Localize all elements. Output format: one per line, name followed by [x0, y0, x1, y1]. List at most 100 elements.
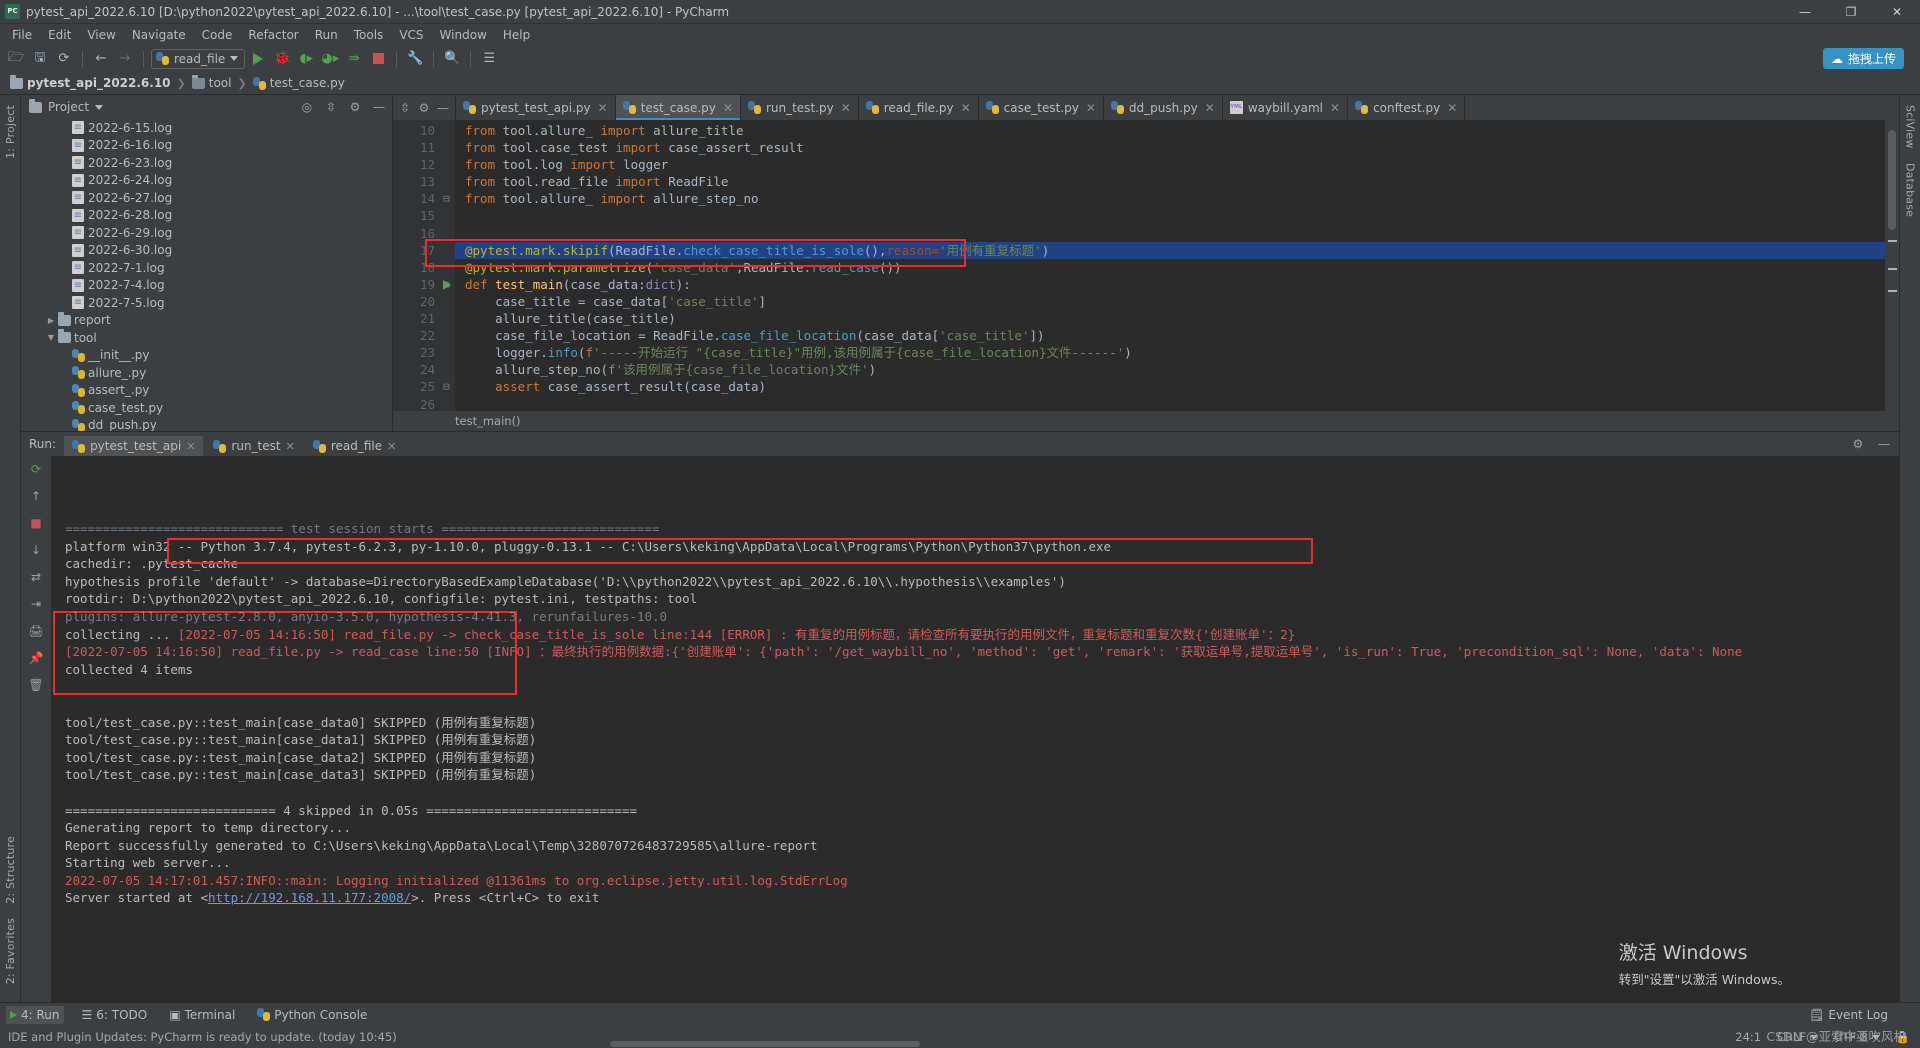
hide-panel-icon[interactable]: —: [370, 98, 388, 116]
menu-view[interactable]: View: [79, 26, 123, 44]
tree-item[interactable]: 2022-7-5.log: [21, 294, 392, 312]
save-icon[interactable]: 🖫: [29, 48, 51, 70]
tool-window-run[interactable]: 4: Run: [6, 1005, 64, 1024]
code-line[interactable]: @pytest.mark.parametrize('case_data',Rea…: [455, 259, 1885, 276]
run-line-icon[interactable]: [443, 279, 451, 290]
sidebar-item-database[interactable]: Database: [1902, 157, 1919, 223]
sidebar-item-project[interactable]: 1: Project: [2, 99, 19, 165]
run-tab-read-file[interactable]: read_file ✕: [305, 436, 405, 456]
fold-marker[interactable]: [441, 310, 455, 327]
breadcrumb-project[interactable]: pytest_api_2022.6.10: [10, 74, 171, 90]
sidebar-item-favorites[interactable]: 2: Favorites: [2, 912, 19, 990]
tree-item[interactable]: ▶ report: [21, 311, 392, 330]
code-line[interactable]: from tool.case_test import case_assert_r…: [455, 139, 1885, 156]
tree-item[interactable]: 2022-6-23.log: [21, 154, 392, 172]
fold-marker[interactable]: [441, 173, 455, 190]
code-line[interactable]: case_title = case_data['case_title']: [455, 293, 1885, 310]
tree-item[interactable]: 2022-7-1.log: [21, 259, 392, 277]
run-tab-pytest-test-api[interactable]: pytest_test_api ✕: [64, 436, 204, 456]
settings-wrench-icon[interactable]: 🔧: [404, 48, 426, 70]
code-line[interactable]: [455, 396, 1885, 412]
editor-tab-run_test-py[interactable]: run_test.py ✕: [740, 95, 859, 120]
hide-panel-icon[interactable]: —: [1875, 435, 1893, 453]
fold-marker[interactable]: [441, 242, 455, 259]
close-icon[interactable]: ✕: [961, 101, 971, 115]
code-line[interactable]: [455, 207, 1885, 224]
fold-marker[interactable]: [441, 156, 455, 173]
code-line[interactable]: from tool.allure_ import allure_step_no: [455, 190, 1885, 207]
code-text-area[interactable]: from tool.allure_ import allure_title fro…: [455, 120, 1885, 411]
editor-tab-case_test-py[interactable]: case_test.py ✕: [978, 95, 1104, 120]
scroll-down-icon[interactable]: ↓: [27, 541, 45, 559]
fold-marker[interactable]: [441, 225, 455, 242]
tree-item[interactable]: 2022-6-24.log: [21, 172, 392, 190]
run-coverage-icon[interactable]: ◖▸: [295, 48, 317, 70]
close-icon[interactable]: ✕: [1330, 101, 1340, 115]
close-icon[interactable]: ✕: [1086, 101, 1096, 115]
tree-item[interactable]: 2022-6-27.log: [21, 189, 392, 207]
editor-scrollbar[interactable]: [1885, 120, 1899, 411]
fold-marker[interactable]: [441, 361, 455, 378]
close-icon[interactable]: ✕: [1447, 101, 1457, 115]
menu-edit[interactable]: Edit: [40, 26, 79, 44]
debug-icon[interactable]: 🐞: [271, 48, 293, 70]
code-line[interactable]: @pytest.mark.skipif(ReadFile.check_case_…: [455, 241, 1885, 259]
tree-item[interactable]: ▼ tool: [21, 329, 392, 347]
close-icon[interactable]: ✕: [186, 440, 195, 453]
tree-item[interactable]: dd_push.py: [21, 417, 392, 431]
fold-marker[interactable]: [441, 327, 455, 344]
server-url-link[interactable]: http://192.168.11.177:2008/: [208, 890, 411, 905]
fold-marker[interactable]: [441, 259, 455, 276]
fold-marker[interactable]: ⊟: [441, 378, 455, 395]
run-icon[interactable]: [247, 48, 269, 70]
fold-marker[interactable]: [441, 207, 455, 224]
rerun-icon[interactable]: ⟳: [27, 460, 45, 478]
tree-item[interactable]: 2022-6-29.log: [21, 224, 392, 242]
tree-item[interactable]: 2022-7-4.log: [21, 277, 392, 295]
tree-item[interactable]: case_test.py: [21, 399, 392, 417]
upload-button[interactable]: ☁ 拖拽上传: [1822, 48, 1904, 69]
run-tab-run-test[interactable]: run_test ✕: [205, 436, 302, 456]
close-icon[interactable]: ✕: [723, 101, 733, 115]
code-folding-gutter[interactable]: ⊟ ⊟ ⊟: [441, 120, 455, 411]
close-icon[interactable]: ✕: [598, 101, 608, 115]
close-icon[interactable]: ✕: [387, 440, 396, 453]
horizontal-scroll-thumb[interactable]: [610, 1041, 920, 1047]
code-line[interactable]: from tool.allure_ import allure_title: [455, 122, 1885, 139]
error-stripe-marker[interactable]: [1888, 268, 1897, 270]
menu-refactor[interactable]: Refactor: [240, 26, 306, 44]
print-icon[interactable]: 🖨: [27, 622, 45, 640]
fold-marker[interactable]: [441, 293, 455, 310]
menu-file[interactable]: File: [4, 26, 40, 44]
open-folder-icon[interactable]: 🗁: [5, 48, 27, 70]
tree-item[interactable]: assert_.py: [21, 382, 392, 400]
minimize-button[interactable]: —: [1782, 0, 1828, 24]
sidebar-item-sciview[interactable]: SciView: [1902, 99, 1919, 155]
code-line[interactable]: [455, 225, 1885, 242]
fold-marker[interactable]: [441, 344, 455, 361]
code-line[interactable]: case_file_location = ReadFile.case_file_…: [455, 327, 1885, 344]
menu-window[interactable]: Window: [432, 26, 495, 44]
sidebar-item-structure[interactable]: 2: Structure: [2, 830, 19, 910]
back-arrow-icon[interactable]: ←: [90, 48, 112, 70]
code-line[interactable]: assert case_assert_result(case_data): [455, 378, 1885, 395]
collapse-all-icon[interactable]: ⇳: [322, 98, 340, 116]
error-stripe-marker[interactable]: [1888, 290, 1897, 292]
tree-item[interactable]: 2022-6-30.log: [21, 242, 392, 260]
close-icon[interactable]: ✕: [841, 101, 851, 115]
editor-tab-waybill-yaml[interactable]: waybill.yaml ✕: [1222, 95, 1349, 120]
tree-item[interactable]: allure_.py: [21, 364, 392, 382]
maximize-button[interactable]: ❐: [1828, 0, 1874, 24]
pin-icon[interactable]: 📌: [27, 649, 45, 667]
console-output[interactable]: ============================= test sessi…: [51, 456, 1899, 1002]
code-line[interactable]: def test_main(case_data:dict):: [455, 276, 1885, 293]
chevron-toggle-icon[interactable]: ▼: [45, 333, 57, 342]
stop-icon[interactable]: ■: [27, 514, 45, 532]
menu-code[interactable]: Code: [194, 26, 241, 44]
scroll-up-icon[interactable]: ↑: [27, 487, 45, 505]
profile-icon[interactable]: ◕▸: [319, 48, 341, 70]
close-icon[interactable]: ✕: [1205, 101, 1215, 115]
editor-tab-conftest-py[interactable]: conftest.py ✕: [1348, 95, 1466, 120]
code-line[interactable]: from tool.read_file import ReadFile: [455, 173, 1885, 190]
fold-marker[interactable]: ⊟: [441, 190, 455, 207]
